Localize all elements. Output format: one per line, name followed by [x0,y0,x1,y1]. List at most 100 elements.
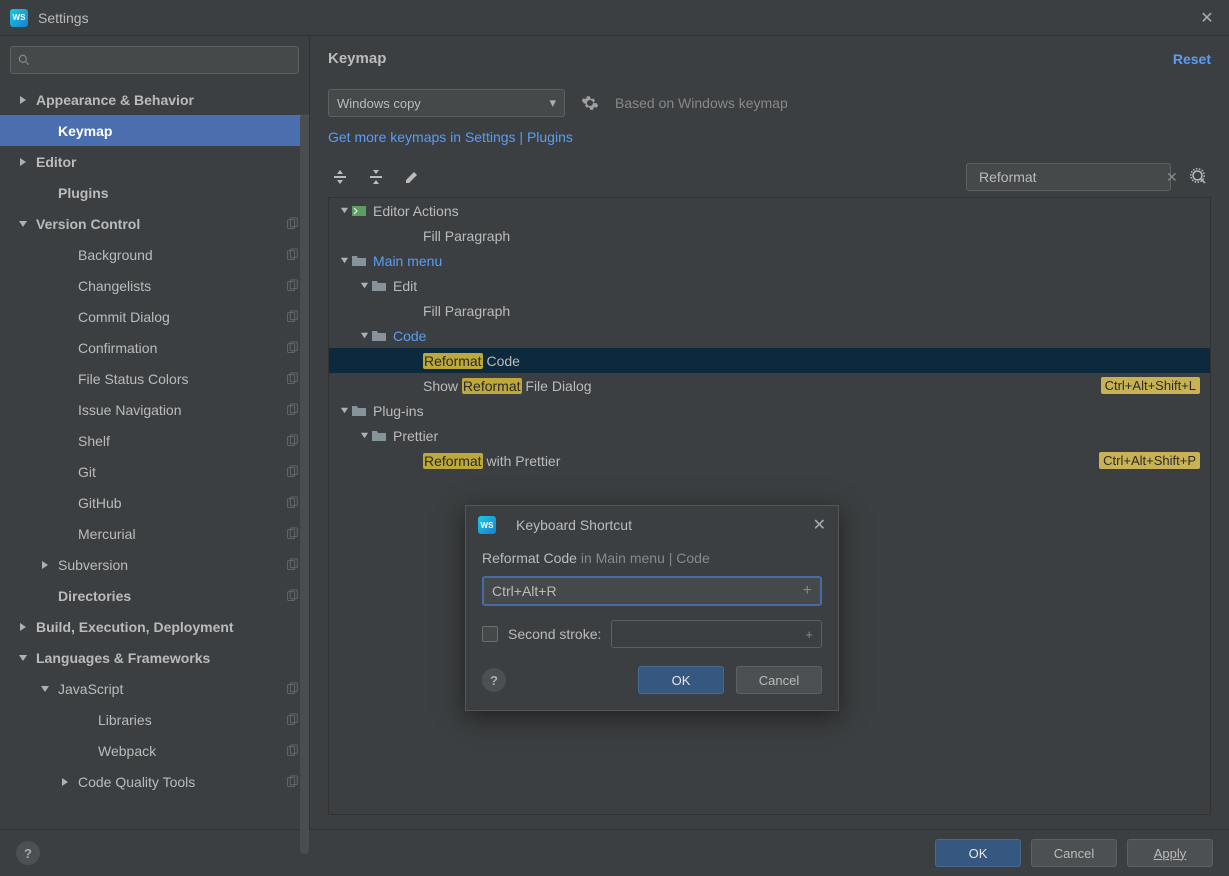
sidebar-scrollbar[interactable] [300,114,309,854]
second-stroke-checkbox[interactable] [482,626,498,642]
sidebar-item-label: Directories [58,588,285,604]
sidebar-item[interactable]: Git [0,456,309,487]
second-stroke-label: Second stroke: [508,626,601,642]
sidebar-item[interactable]: Issue Navigation [0,394,309,425]
sidebar-item[interactable]: Directories [0,580,309,611]
sidebar-item[interactable]: Libraries [0,704,309,735]
sidebar-item[interactable]: Commit Dialog [0,301,309,332]
sidebar-item[interactable]: Webpack [0,735,309,766]
more-keymaps-link[interactable]: Get more keymaps in Settings | Plugins [328,129,1211,145]
dialog-cancel-button[interactable]: Cancel [736,666,822,694]
keymap-shortcut-badge: Ctrl+Alt+Shift+L [1101,377,1200,394]
sidebar-item[interactable]: Languages & Frameworks [0,642,309,673]
sidebar-item[interactable]: GitHub [0,487,309,518]
clear-search-icon[interactable]: ✕ [1166,169,1178,186]
tree-spacer [58,527,72,541]
tree-arrow-icon [357,331,371,340]
sidebar-item[interactable]: Shelf [0,425,309,456]
tree-arrow-icon [16,620,30,634]
help-icon[interactable]: ? [482,668,506,692]
sidebar-item[interactable]: Plugins [0,177,309,208]
keymap-row[interactable]: Fill Paragraph [329,298,1210,323]
collapse-all-icon[interactable] [364,165,388,189]
ok-button[interactable]: OK [935,839,1021,867]
keyboard-shortcut-dialog: WS Keyboard Shortcut ✕ Reformat Code in … [465,505,839,711]
keymap-search-input[interactable]: ✕ [966,163,1171,191]
bottombar: ? OK Cancel Apply [0,829,1229,876]
tree-arrow-icon [337,206,351,215]
sidebar-item-label: Plugins [58,185,299,201]
sidebar-item-label: Languages & Frameworks [36,650,299,666]
keymap-row-label: Prettier [393,428,438,444]
tree-spacer [78,744,92,758]
sidebar-item-label: Editor [36,154,299,170]
shortcut-input[interactable]: Ctrl+Alt+R + [482,576,822,606]
sidebar-item-label: Keymap [58,123,299,139]
keymap-row[interactable]: Fill Paragraph [329,223,1210,248]
tree-arrow-icon [38,558,52,572]
apply-button[interactable]: Apply [1127,839,1213,867]
sidebar-item[interactable]: Background [0,239,309,270]
close-icon[interactable]: ✕ [813,515,826,535]
sidebar-item[interactable]: Build, Execution, Deployment [0,611,309,642]
tree-spacer [58,341,72,355]
keymap-row[interactable]: Edit [329,273,1210,298]
tree-arrow-icon [16,651,30,665]
second-stroke-input[interactable]: + [611,620,822,648]
sidebar-item-label: Version Control [36,216,285,232]
keymap-row[interactable]: Code [329,323,1210,348]
keymap-row[interactable]: Main menu [329,248,1210,273]
tree-spacer [58,465,72,479]
gear-icon[interactable] [579,92,601,114]
sidebar-item-label: Code Quality Tools [78,774,285,790]
reset-link[interactable]: Reset [1173,51,1211,67]
sidebar-item[interactable]: Changelists [0,270,309,301]
keymap-row-label: Code [393,328,426,344]
add-shortcut-icon[interactable]: + [803,582,812,600]
sidebar-item[interactable]: Appearance & Behavior [0,84,309,115]
sidebar-item[interactable]: Keymap [0,115,309,146]
keymap-row[interactable]: Reformat with PrettierCtrl+Alt+Shift+P [329,448,1210,473]
tree-spacer [58,248,72,262]
tree-spacer [58,310,72,324]
tree-arrow-icon [337,256,351,265]
add-second-stroke-icon[interactable]: + [805,627,813,642]
chevron-down-icon: ▾ [549,95,556,111]
keymap-row-label: Show Reformat File Dialog [423,378,592,394]
dialog-ok-button[interactable]: OK [638,666,724,694]
keymap-row-label: Main menu [373,253,442,269]
keymap-dropdown[interactable]: Windows copy ▾ [328,89,565,117]
tree-arrow-icon [357,281,371,290]
sidebar-item[interactable]: File Status Colors [0,363,309,394]
keymap-row-label: Reformat Code [423,353,520,369]
tree-spacer [78,713,92,727]
sidebar-search-input[interactable] [10,46,299,74]
keymap-row[interactable]: Plug-ins [329,398,1210,423]
app-icon: WS [10,9,28,27]
sidebar-item[interactable]: Version Control [0,208,309,239]
expand-all-icon[interactable] [328,165,352,189]
keymap-search-field[interactable] [979,169,1160,185]
sidebar-item-label: GitHub [78,495,285,511]
keymap-row[interactable]: Reformat Code [329,348,1210,373]
keymap-row-label: Plug-ins [373,403,424,419]
find-action-icon[interactable] [1187,165,1211,189]
sidebar-item-label: Background [78,247,285,263]
sidebar-item[interactable]: Confirmation [0,332,309,363]
sidebar-item[interactable]: Mercurial [0,518,309,549]
sidebar-item[interactable]: Subversion [0,549,309,580]
dialog-action-label: Reformat Code in Main menu | Code [482,550,822,566]
sidebar-item[interactable]: Editor [0,146,309,177]
tree-arrow-icon [58,775,72,789]
cancel-button[interactable]: Cancel [1031,839,1117,867]
sidebar-item[interactable]: JavaScript [0,673,309,704]
edit-icon[interactable] [400,165,424,189]
keymap-row[interactable]: Prettier [329,423,1210,448]
sidebar-item[interactable]: Code Quality Tools [0,766,309,797]
tree-spacer [58,403,72,417]
keymap-row[interactable]: Editor Actions [329,198,1210,223]
close-icon[interactable]: ✕ [1195,6,1219,30]
tree-spacer [58,434,72,448]
help-icon[interactable]: ? [16,841,40,865]
keymap-row[interactable]: Show Reformat File Dialog Ctrl+Alt+Shift+… [329,373,1210,398]
